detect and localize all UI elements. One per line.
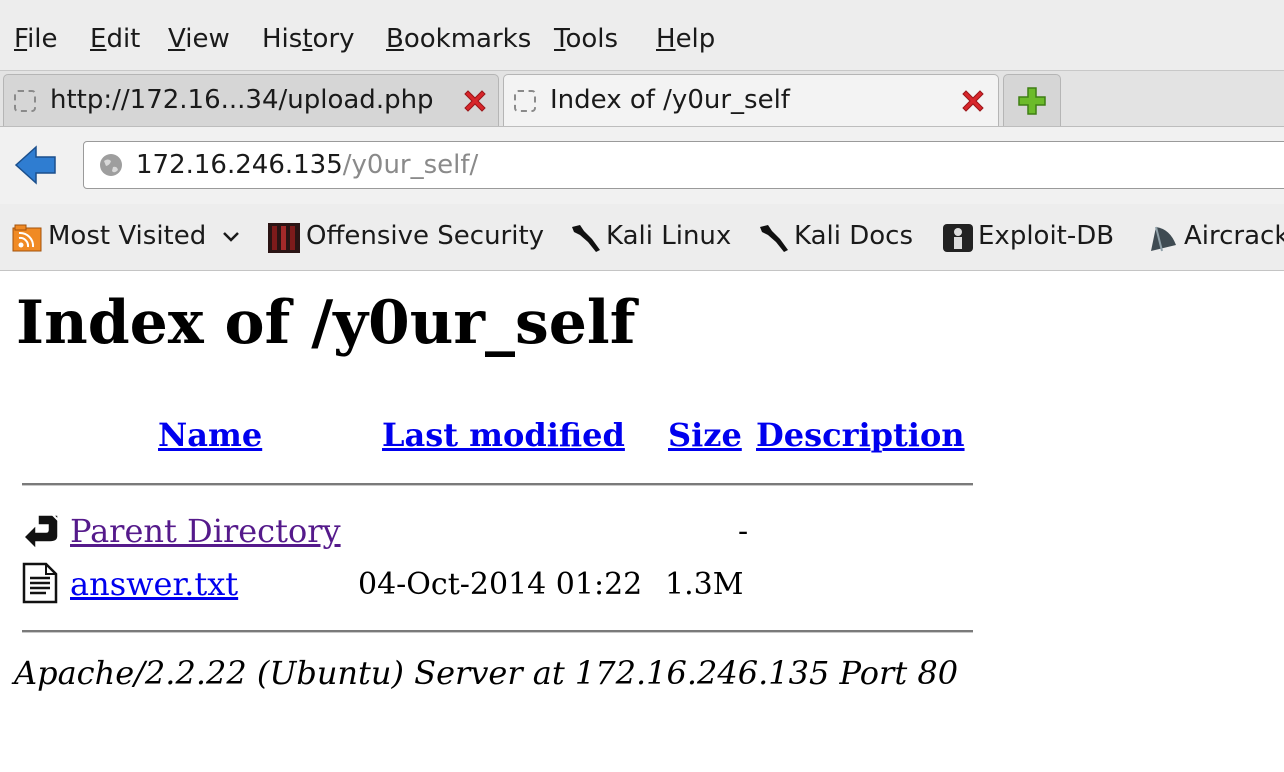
tab-title: Index of /y0ur_self: [550, 85, 790, 115]
tab-index[interactable]: Index of /y0ur_self: [503, 74, 999, 126]
size-cell: -: [738, 514, 749, 549]
menu-history[interactable]: History: [262, 24, 355, 54]
back-arrow-icon: [22, 513, 61, 551]
parent-directory-link[interactable]: Parent Directory: [70, 512, 341, 550]
bookmark-most-visited[interactable]: Most Visited: [12, 220, 242, 254]
url-text: 172.16.246.135/y0ur_self/: [136, 150, 479, 180]
back-arrow-icon[interactable]: [14, 144, 58, 186]
menu-edit[interactable]: Edit: [90, 24, 140, 54]
navigation-bar: 172.16.246.135/y0ur_self/: [0, 126, 1284, 205]
bookmarks-toolbar: Most Visited Offensive Security Kali Lin…: [0, 204, 1284, 271]
page-title: Index of /y0ur_self: [16, 288, 636, 358]
kali-dragon-icon: [760, 225, 788, 252]
menu-tools[interactable]: Tools: [554, 24, 618, 54]
close-tab-icon[interactable]: [460, 86, 490, 116]
column-header-last-modified[interactable]: Last modified: [382, 416, 625, 454]
divider: [22, 483, 973, 486]
menu-help[interactable]: Help: [656, 24, 715, 54]
rss-folder-icon: [12, 224, 42, 252]
tab-title: http://172.16...34/upload.php: [50, 85, 434, 115]
divider: [22, 630, 973, 633]
chevron-down-icon: [223, 232, 239, 242]
kali-dragon-icon: [572, 225, 600, 252]
file-link-answer-txt[interactable]: answer.txt: [70, 565, 238, 603]
size-cell: 1.3M: [665, 567, 744, 602]
tab-strip: http://172.16...34/upload.php Index of /…: [0, 70, 1284, 127]
text-file-icon: [22, 562, 58, 604]
menu-bar: File Edit View History Bookmarks Tools H…: [0, 0, 1284, 70]
tab-upload[interactable]: http://172.16...34/upload.php: [3, 74, 499, 126]
new-tab-button[interactable]: [1003, 74, 1061, 126]
globe-icon: [100, 154, 122, 176]
aircrack-icon: [1151, 226, 1176, 252]
column-header-size[interactable]: Size: [668, 416, 742, 454]
plus-icon: [1018, 87, 1046, 115]
menu-file[interactable]: File: [14, 24, 58, 54]
blank-page-icon: [514, 90, 536, 112]
url-bar[interactable]: 172.16.246.135/y0ur_self/: [83, 141, 1284, 189]
blank-page-icon: [14, 90, 36, 112]
column-header-name[interactable]: Name: [158, 416, 262, 454]
column-header-description[interactable]: Description: [756, 416, 965, 454]
last-modified-cell: 04-Oct-2014 01:22: [358, 567, 643, 602]
menu-view[interactable]: View: [168, 24, 230, 54]
exploitdb-icon: [943, 224, 973, 252]
close-tab-icon[interactable]: [958, 86, 988, 116]
menu-bookmarks[interactable]: Bookmarks: [386, 24, 531, 54]
offsec-icon: [268, 223, 300, 253]
server-signature: Apache/2.2.22 (Ubuntu) Server at 172.16.…: [14, 654, 959, 692]
